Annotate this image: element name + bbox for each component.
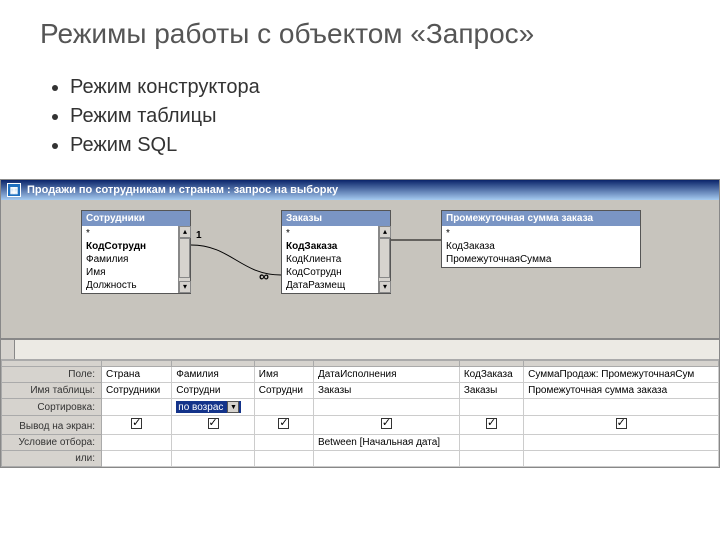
or-cell[interactable] [313,451,459,467]
scroll-up-icon[interactable]: ▴ [179,226,191,238]
scroll-down-icon[interactable]: ▾ [379,281,391,293]
sort-cell[interactable] [313,399,459,416]
relation-many-label: ∞ [259,268,269,284]
bullet-list: Режим конструктора Режим таблицы Режим S… [0,60,720,179]
table-cell[interactable]: Сотрудни [172,383,254,399]
field-row[interactable]: КодЗаказа [442,240,640,253]
row-label-table: Имя таблицы: [2,383,102,399]
table-cell[interactable]: Сотрудники [102,383,172,399]
sort-cell[interactable]: по возрас ▼ [172,399,254,416]
checkbox-icon[interactable] [381,418,392,429]
query-designer-window: ▦ Продажи по сотрудникам и странам : зап… [0,179,720,468]
field-cell[interactable]: Страна [102,367,172,383]
table-header[interactable]: Сотрудники [82,211,190,226]
criteria-cell[interactable] [459,435,523,451]
criteria-cell[interactable] [102,435,172,451]
criteria-cell[interactable] [172,435,254,451]
scroll-down-icon[interactable]: ▾ [179,281,191,293]
criteria-cell[interactable] [254,435,313,451]
field-row[interactable]: КодКлиента [282,253,390,266]
sort-combo[interactable]: по возрас ▼ [176,401,241,413]
row-label-sort: Сортировка: [2,399,102,416]
bullet-item: Режим конструктора [70,76,720,99]
sort-cell[interactable] [524,399,719,416]
row-label-criteria: Условие отбора: [2,435,102,451]
table-cell[interactable]: Промежуточная сумма заказа [524,383,719,399]
table-box-employees[interactable]: Сотрудники * КодСотрудн Фамилия Имя Долж… [81,210,191,294]
checkbox-icon[interactable] [278,418,289,429]
sort-cell[interactable] [102,399,172,416]
bullet-item: Режим SQL [70,134,720,157]
table-cell[interactable]: Заказы [459,383,523,399]
field-cell[interactable]: ДатаИсполнения [313,367,459,383]
checkbox-icon[interactable] [616,418,627,429]
scroll-thumb[interactable] [379,238,390,278]
table-cell[interactable]: Заказы [313,383,459,399]
field-row[interactable]: Фамилия [82,253,190,266]
app-icon: ▦ [7,183,21,197]
sort-cell[interactable] [459,399,523,416]
field-cell[interactable]: Имя [254,367,313,383]
field-row[interactable]: КодСотрудн [282,266,390,279]
table-header[interactable]: Промежуточная сумма заказа [442,211,640,226]
or-cell[interactable] [254,451,313,467]
field-row[interactable]: * [282,227,390,240]
field-cell[interactable]: СуммаПродаж: ПромежуточнаяСум [524,367,719,383]
window-title-text: Продажи по сотрудникам и странам : запро… [27,184,338,196]
show-cell[interactable] [172,416,254,435]
table-cell[interactable]: Сотрудни [254,383,313,399]
chevron-down-icon[interactable]: ▼ [227,401,239,413]
field-row[interactable]: КодСотрудн [82,240,190,253]
row-label-show: Вывод на экран: [2,416,102,435]
checkbox-icon[interactable] [486,418,497,429]
sort-cell[interactable] [254,399,313,416]
relation-one-label: 1 [196,230,202,241]
field-row[interactable]: Имя [82,266,190,279]
show-cell[interactable] [459,416,523,435]
show-cell[interactable] [102,416,172,435]
row-label-or: или: [2,451,102,467]
query-grid: Поле: Страна Фамилия Имя ДатаИсполнения … [1,360,719,467]
checkbox-icon[interactable] [131,418,142,429]
show-cell[interactable] [524,416,719,435]
slide-title: Режимы работы с объектом «Запрос» [0,0,720,60]
relationships-pane[interactable]: Сотрудники * КодСотрудн Фамилия Имя Долж… [1,200,719,340]
show-cell[interactable] [254,416,313,435]
field-cell[interactable]: Фамилия [172,367,254,383]
scroll-thumb[interactable] [179,238,190,278]
field-row[interactable]: ДатаРазмещ [282,279,390,292]
criteria-cell[interactable]: Between [Начальная дата] [313,435,459,451]
or-cell[interactable] [172,451,254,467]
bullet-item: Режим таблицы [70,105,720,128]
pane-divider[interactable] [1,340,719,360]
scrollbar[interactable]: ▴ ▾ [178,226,190,293]
table-box-subtotals[interactable]: Промежуточная сумма заказа * КодЗаказа П… [441,210,641,268]
criteria-cell[interactable] [524,435,719,451]
field-cell[interactable]: КодЗаказа [459,367,523,383]
scroll-up-icon[interactable]: ▴ [379,226,391,238]
or-cell[interactable] [102,451,172,467]
table-header[interactable]: Заказы [282,211,390,226]
or-cell[interactable] [524,451,719,467]
field-row[interactable]: ПромежуточнаяСумма [442,253,640,266]
show-cell[interactable] [313,416,459,435]
field-row[interactable]: КодЗаказа [282,240,390,253]
field-row[interactable]: * [442,227,640,240]
sort-value: по возрас [178,402,223,413]
or-cell[interactable] [459,451,523,467]
field-row[interactable]: * [82,227,190,240]
checkbox-icon[interactable] [208,418,219,429]
scrollbar[interactable]: ▴ ▾ [378,226,390,293]
table-box-orders[interactable]: Заказы * КодЗаказа КодКлиента КодСотрудн… [281,210,391,294]
row-label-field: Поле: [2,367,102,383]
window-titlebar[interactable]: ▦ Продажи по сотрудникам и странам : зап… [1,180,719,200]
field-row[interactable]: Должность [82,279,190,292]
